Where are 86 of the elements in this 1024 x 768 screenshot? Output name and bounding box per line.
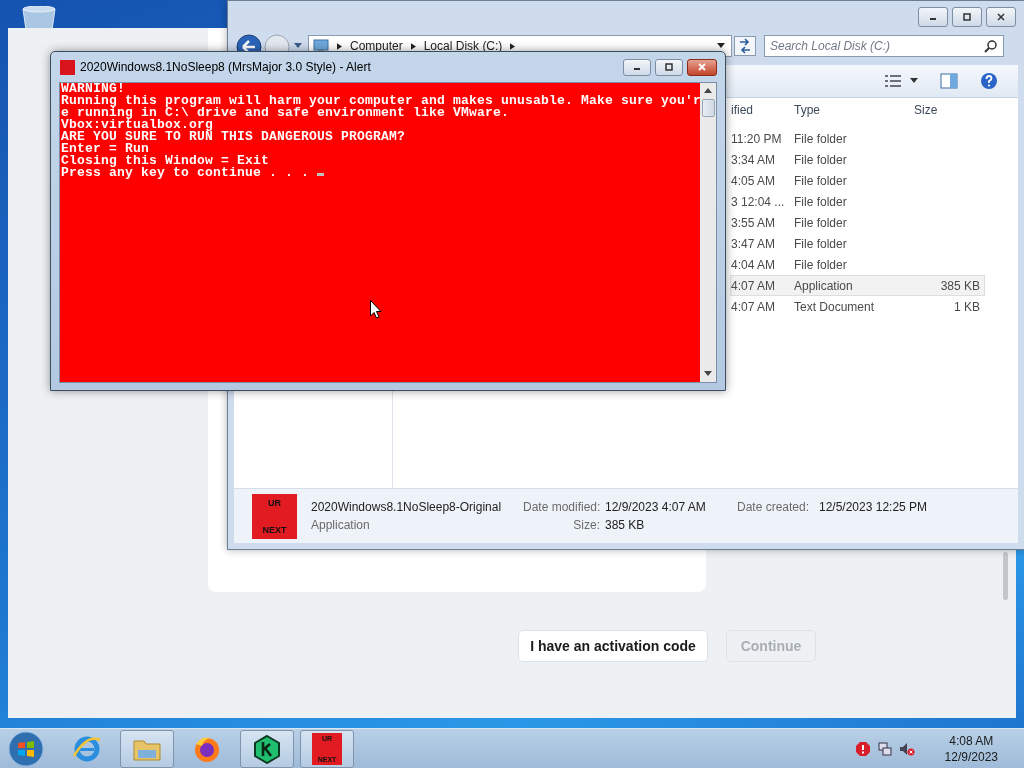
field-label: Date created: xyxy=(737,500,811,514)
network-icon[interactable] xyxy=(876,740,893,757)
file-row[interactable]: 4:04 AM File folder xyxy=(730,254,985,275)
scrollbar-thumb[interactable] xyxy=(701,99,715,117)
type-cell-text: File folder xyxy=(794,131,848,146)
column-header[interactable]: ified xyxy=(730,103,793,117)
console-line: ARE YOU SURE TO RUN THIS DANGEROUS PROGRAM? xyxy=(61,129,406,144)
file-row[interactable]: 3:47 AM File folder xyxy=(730,233,985,254)
search-field[interactable]: Search Local Disk (C:) xyxy=(764,35,1004,57)
file-row[interactable]: 4:05 AM File folder xyxy=(730,170,985,191)
console-line: WARNING! xyxy=(61,83,125,96)
scroll-down-icon[interactable] xyxy=(704,371,712,377)
maximize-icon xyxy=(962,12,972,22)
recycle-bin-icon[interactable] xyxy=(21,6,57,30)
type-cell-text: File folder xyxy=(794,152,848,167)
console-line: Enter = Run xyxy=(61,141,149,156)
type-cell-text: Application xyxy=(794,278,854,293)
text-cursor xyxy=(317,173,325,176)
view-list-icon[interactable] xyxy=(884,73,902,89)
activation-code-button[interactable]: I have an activation code xyxy=(518,630,708,662)
date-cell-text: 4:07 AM xyxy=(731,278,777,293)
caret-icon[interactable] xyxy=(910,78,918,84)
search-icon xyxy=(984,39,998,53)
chevron-icon xyxy=(410,42,416,50)
file-row[interactable]: 3:34 AM File folder xyxy=(730,149,985,170)
date-cell-text: 4:04 AM xyxy=(731,257,777,272)
size-cell-text: 1 KB xyxy=(953,299,980,314)
chevron-icon xyxy=(337,42,342,50)
field-value: 385 KB xyxy=(605,518,646,532)
window-title: 2020Windows8.1NoSleep8 (MrsMajor 3.0 Style) - Alert xyxy=(80,60,371,74)
help-icon[interactable] xyxy=(980,72,998,90)
field-label: Date modified: xyxy=(523,500,602,514)
maximize-icon xyxy=(664,62,674,72)
date-cell-text: 4:07 AM xyxy=(731,299,777,314)
clock-time[interactable]: 4:08 AM xyxy=(949,732,994,749)
app-icon: UR NEXT xyxy=(252,493,297,539)
dropdown-caret-icon[interactable] xyxy=(717,43,725,49)
close-button[interactable] xyxy=(986,7,1016,27)
file-row[interactable]: 4:07 AM Application 385 KB xyxy=(730,275,985,296)
close-button[interactable] xyxy=(687,58,717,76)
file-row[interactable]: 3:55 AM File folder xyxy=(730,212,985,233)
app-icon xyxy=(60,59,75,75)
hexagon-k-icon xyxy=(252,733,282,764)
date-cell-text: 11:20 PM xyxy=(731,131,783,146)
scrollbar-thumb[interactable] xyxy=(1003,552,1008,600)
size-cell-text: 385 KB xyxy=(939,278,980,293)
refresh-icon[interactable] xyxy=(734,36,756,56)
type-cell-text: File folder xyxy=(794,236,848,251)
field-value: 12/5/2023 12:25 PM xyxy=(819,500,928,514)
maximize-button[interactable] xyxy=(655,58,683,76)
back-button[interactable] xyxy=(236,34,262,51)
date-cell-text: 3:47 AM xyxy=(731,236,777,251)
computer-icon xyxy=(313,38,329,54)
file-row[interactable]: 4:07 AM Text Document 1 KB xyxy=(730,296,985,317)
type-cell-text: File folder xyxy=(794,215,848,230)
type-cell-text: File folder xyxy=(794,257,848,272)
console-line: Closing this Window = Exit xyxy=(61,153,270,168)
close-icon xyxy=(996,12,1006,22)
column-header[interactable]: Type xyxy=(793,103,913,117)
type-cell-text: Text Document xyxy=(794,299,876,314)
type-cell-text: File folder xyxy=(794,173,848,188)
scroll-up-icon[interactable] xyxy=(704,88,712,94)
console-line: Running this program will harm your computer and makes unusable. Make sure you'r xyxy=(61,93,701,108)
close-icon xyxy=(697,62,707,72)
breadcrumb-item[interactable]: Computer xyxy=(350,39,403,53)
taskbar-button[interactable] xyxy=(240,729,294,768)
date-cell-text: 3:34 AM xyxy=(731,152,777,167)
minimize-button[interactable] xyxy=(623,58,651,76)
file-row[interactable]: 3 12:04 ... File folder xyxy=(730,191,985,212)
start-button[interactable] xyxy=(8,730,44,767)
field-label: Size: xyxy=(572,518,601,532)
field-value: 12/9/2023 4:07 AM xyxy=(605,500,707,514)
chevron-icon xyxy=(510,42,516,50)
shield-alert-icon[interactable] xyxy=(854,740,871,757)
caret-icon[interactable] xyxy=(294,43,302,49)
clock-date[interactable]: 12/9/2023 xyxy=(944,748,998,765)
maximize-button[interactable] xyxy=(952,7,982,27)
mouse-pointer-icon xyxy=(370,300,382,319)
date-cell-text: 3:55 AM xyxy=(731,215,777,230)
file-name: 2020Windows8.1NoSleep8-Original xyxy=(311,500,503,514)
file-row[interactable]: 11:20 PM File folder xyxy=(730,128,985,149)
column-header[interactable]: Size xyxy=(913,103,983,117)
type-cell-text: File folder xyxy=(794,194,848,209)
date-cell-text: 4:05 AM xyxy=(731,173,777,188)
file-type: Application xyxy=(311,518,371,532)
date-cell-text: 3 12:04 ... xyxy=(731,194,786,209)
